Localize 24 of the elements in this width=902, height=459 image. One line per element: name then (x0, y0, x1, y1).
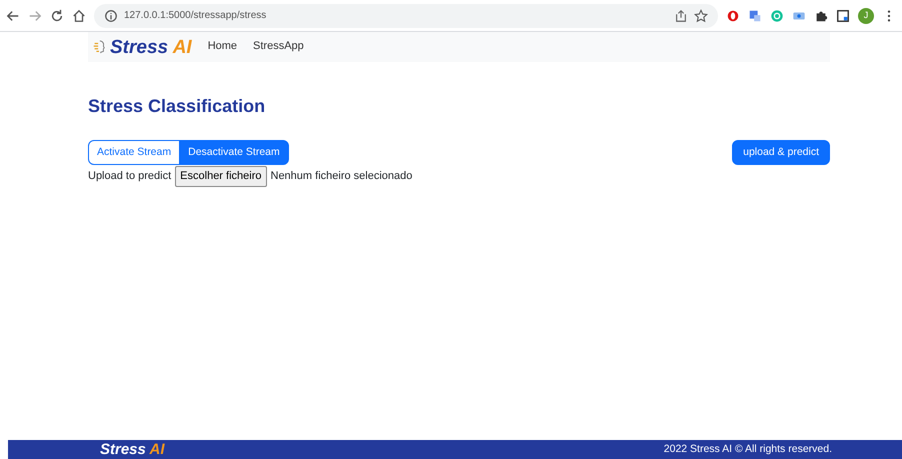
url-text: 127.0.0.1:5000/stressapp/stress (124, 9, 266, 23)
brand-logo[interactable]: Stress AI (110, 38, 192, 56)
head-icon (92, 40, 106, 54)
stream-toggle-button[interactable]: Desactivate Stream (179, 140, 289, 166)
nav-link[interactable]: Home (200, 38, 246, 54)
star-icon[interactable] (694, 8, 708, 22)
extension-icon[interactable] (726, 8, 740, 22)
choose-file-button[interactable]: Escolher ficheiro (175, 166, 266, 187)
puzzle-icon[interactable] (814, 8, 828, 22)
home-icon[interactable] (72, 8, 86, 22)
upload-predict-button[interactable]: upload & predict (732, 140, 830, 166)
nav-link[interactable]: StressApp (245, 38, 312, 54)
extension-icon[interactable] (748, 8, 762, 22)
address-bar[interactable]: 127.0.0.1:5000/stressapp/stress (94, 4, 718, 28)
share-icon[interactable] (674, 8, 688, 22)
sidebar-icon[interactable] (836, 8, 850, 22)
file-status-text: Nenhum ficheiro selecionado (270, 169, 412, 184)
copyright-text: 2022 Stress AI © All rights reserved. (664, 442, 832, 457)
back-icon[interactable] (6, 8, 20, 22)
brand-logo[interactable]: Stress AI (100, 442, 164, 457)
page-heading: Stress Classification (88, 96, 266, 118)
reload-icon[interactable] (50, 8, 64, 22)
upload-label: Upload to predict (88, 169, 172, 184)
info-icon[interactable] (104, 8, 118, 22)
